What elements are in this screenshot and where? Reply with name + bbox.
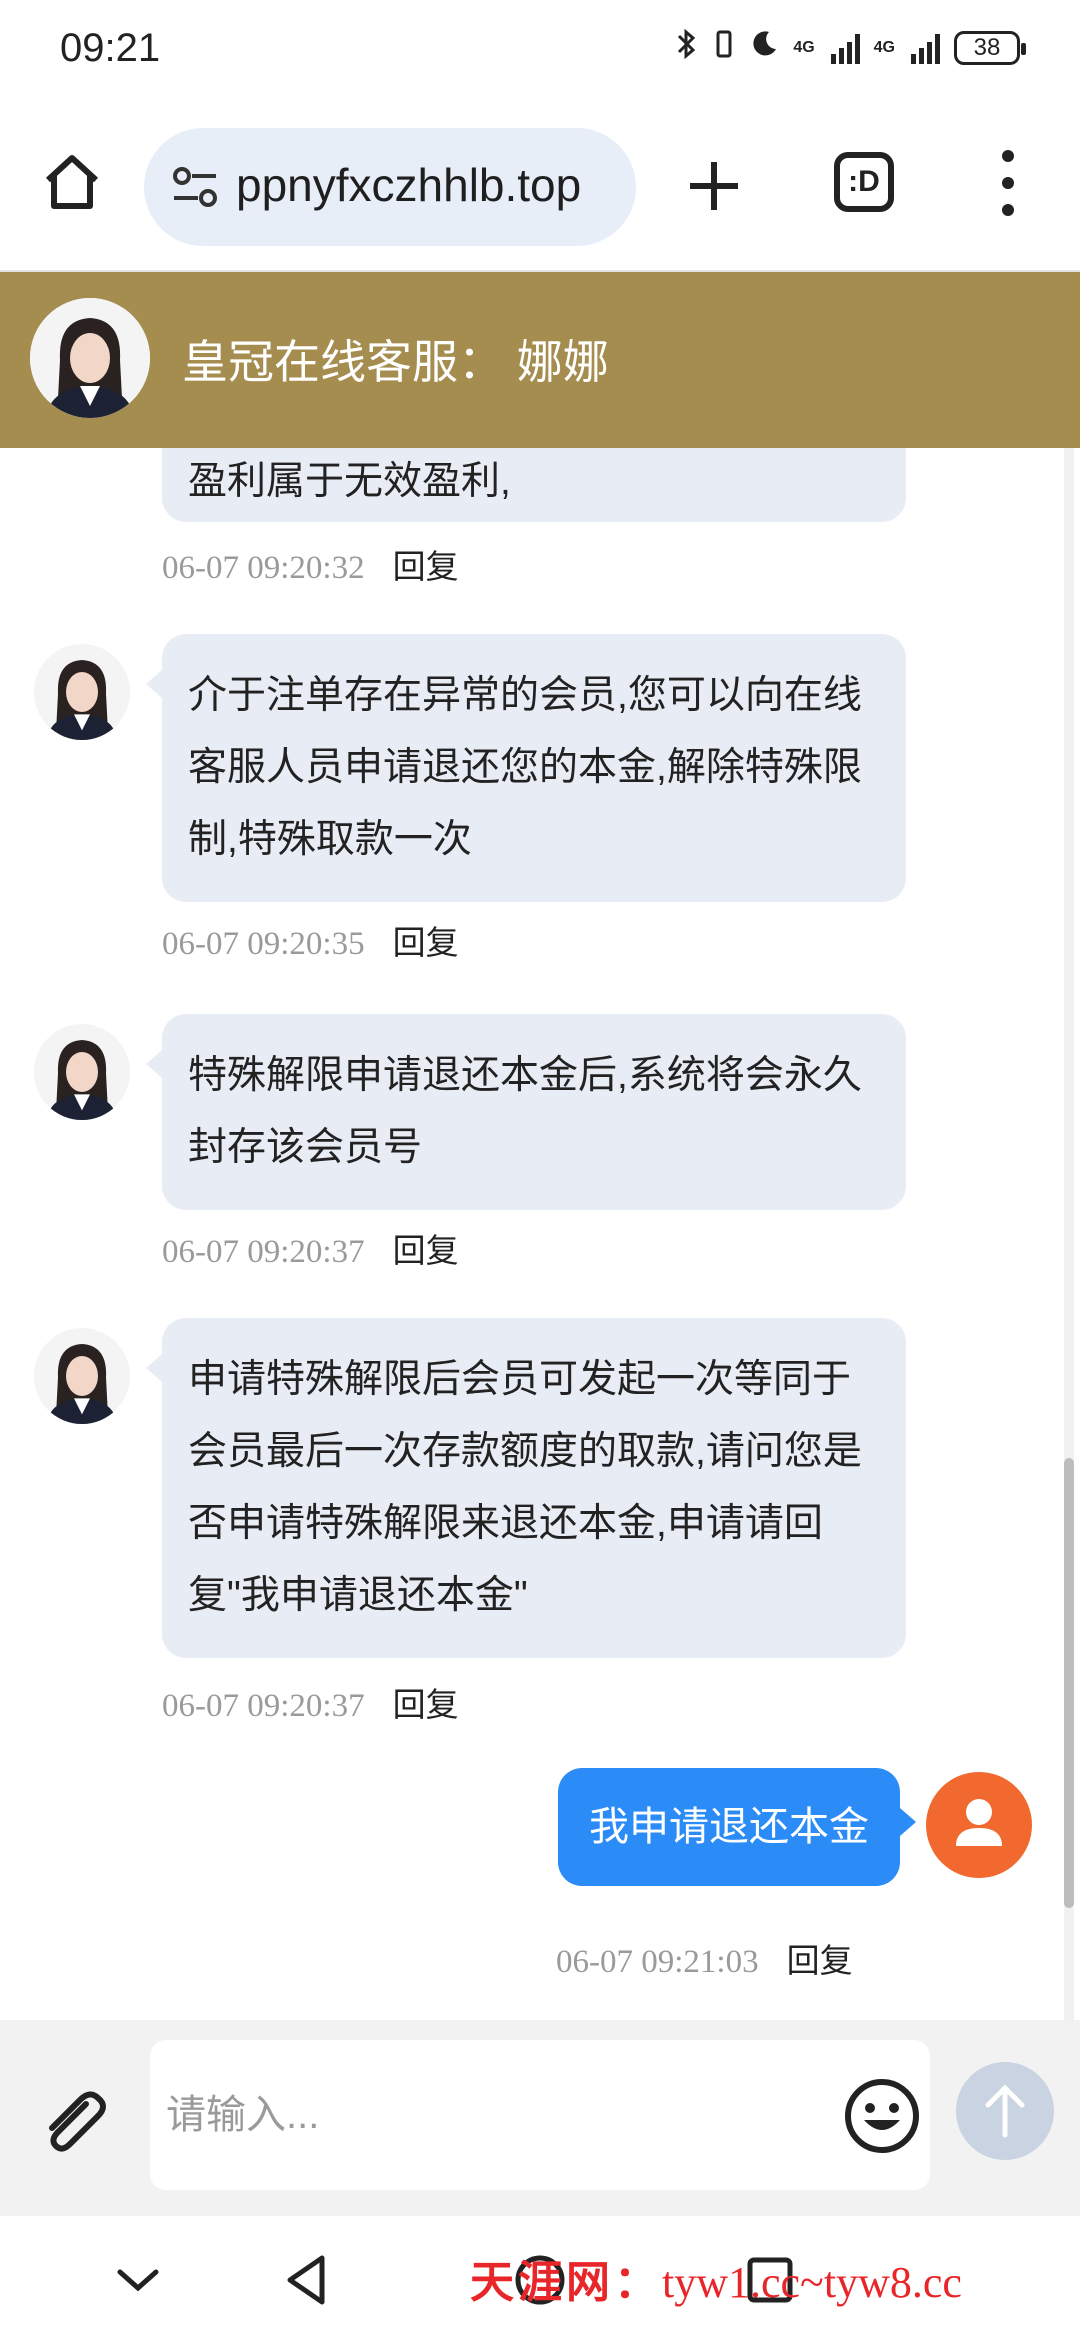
message-meta: 06-07 09:21:03 回复	[556, 1934, 853, 1982]
message-time: 06-07 09:20:32	[162, 550, 365, 586]
message-meta: 06-07 09:20:35 回复	[162, 916, 459, 964]
message-meta: 06-07 09:20:37 回复	[162, 1678, 459, 1726]
reply-link[interactable]: 回复	[393, 548, 459, 585]
chat-messages[interactable]: 盈利属于无效盈利, 06-07 09:20:32 回复 介于注单存在异常的会员,您…	[0, 448, 1062, 2020]
agent-message: 介于注单存在异常的会员,您可以向在线客服人员申请退还您的本金,解除特殊限制,特殊…	[0, 634, 1062, 962]
agent-avatar	[34, 1328, 130, 1424]
user-message: 我申请退还本金 06-07 09:21:03 回复	[0, 1768, 1062, 1980]
message-time: 06-07 09:21:03	[556, 1944, 759, 1980]
status-bar: 09:21 4G 4G 38	[0, 0, 1080, 100]
browser-toolbar: ppnyfxczhhlb.top :D	[0, 100, 1080, 272]
address-bar[interactable]: ppnyfxczhhlb.top	[144, 128, 636, 246]
chat-header: 皇冠在线客服： 娜娜	[0, 272, 1080, 448]
message-meta: 06-07 09:20:32 回复	[162, 540, 459, 588]
send-button[interactable]	[956, 2062, 1054, 2160]
reply-link[interactable]: 回复	[393, 924, 459, 961]
agent-avatar	[30, 298, 150, 418]
status-time: 09:21	[60, 26, 161, 70]
message-text: 我申请退还本金	[589, 1805, 869, 1849]
emoji-icon[interactable]	[842, 2076, 922, 2156]
vibrate-icon	[713, 28, 735, 68]
message-bubble: 介于注单存在异常的会员,您可以向在线客服人员申请退还您的本金,解除特殊限制,特殊…	[146, 634, 906, 902]
plus-icon[interactable]	[684, 156, 744, 216]
status-icons: 4G 4G 38	[675, 28, 1026, 68]
reply-link[interactable]: 回复	[393, 1686, 459, 1723]
watermark-brand: 天涯网：	[470, 2258, 662, 2307]
message-bubble: 盈利属于无效盈利,	[162, 448, 906, 522]
more-vert-icon[interactable]	[996, 150, 1020, 216]
message-text: 申请特殊解限后会员可发起一次等同于会员最后一次存款额度的取款,请问您是否申请特殊…	[188, 1358, 862, 1617]
bluetooth-icon	[675, 28, 699, 68]
input-bar	[0, 2020, 1080, 2216]
tabs-button[interactable]: :D	[834, 152, 894, 212]
message-bubble: 申请特殊解限后会员可发起一次等同于会员最后一次存款额度的取款,请问您是否申请特殊…	[146, 1318, 906, 1658]
message-time: 06-07 09:20:35	[162, 926, 365, 962]
agent-message: 特殊解限申请退还本金后,系统将会永久封存该会员号 06-07 09:20:37 回…	[0, 1014, 1062, 1270]
agent-message: 申请特殊解限后会员可发起一次等同于会员最后一次存款额度的取款,请问您是否申请特殊…	[0, 1318, 1062, 1724]
message-bubble: 特殊解限申请退还本金后,系统将会永久封存该会员号	[146, 1014, 906, 1210]
scrollbar[interactable]	[1064, 448, 1074, 2020]
scroll-thumb[interactable]	[1064, 1458, 1074, 1908]
message-text: 介于注单存在异常的会员,您可以向在线客服人员申请退还您的本金,解除特殊限制,特殊…	[188, 674, 862, 861]
arrow-up-icon	[985, 2084, 1025, 2138]
message-input[interactable]	[150, 2040, 930, 2190]
watermark-urls: tyw1.cc~tyw8.cc	[662, 2258, 962, 2307]
reply-link[interactable]: 回复	[787, 1942, 853, 1979]
agent-avatar	[34, 1024, 130, 1120]
signal-icon-2	[911, 32, 940, 64]
network-type-2: 4G	[873, 39, 895, 56]
url-text[interactable]: ppnyfxczhhlb.top	[236, 158, 581, 212]
battery-icon: 38	[954, 31, 1026, 65]
agent-avatar	[34, 644, 130, 740]
paperclip-icon[interactable]	[34, 2082, 114, 2162]
home-icon[interactable]	[40, 150, 104, 214]
reply-link[interactable]: 回复	[393, 1232, 459, 1269]
message-text: 特殊解限申请退还本金后,系统将会永久封存该会员号	[188, 1054, 862, 1169]
chevron-down-icon[interactable]	[110, 2252, 166, 2308]
message-time: 06-07 09:20:37	[162, 1234, 365, 1270]
agent-message: 盈利属于无效盈利, 06-07 09:20:32 回复	[0, 448, 1062, 588]
chat-title: 皇冠在线客服： 娜娜	[182, 336, 609, 388]
message-text: 盈利属于无效盈利,	[188, 460, 511, 503]
watermark: 天涯网：tyw1.cc~tyw8.cc	[470, 2246, 962, 2310]
signal-icon-1	[830, 32, 860, 64]
moon-icon	[749, 29, 779, 67]
message-time: 06-07 09:20:37	[162, 1688, 365, 1724]
message-bubble: 我申请退还本金	[558, 1768, 916, 1886]
message-meta: 06-07 09:20:37 回复	[162, 1224, 459, 1272]
site-settings-icon[interactable]	[170, 164, 220, 210]
system-nav-bar: 天涯网：tyw1.cc~tyw8.cc	[0, 2216, 1080, 2340]
network-type-1: 4G	[793, 39, 815, 56]
user-avatar	[926, 1772, 1032, 1878]
back-icon[interactable]	[280, 2252, 336, 2308]
